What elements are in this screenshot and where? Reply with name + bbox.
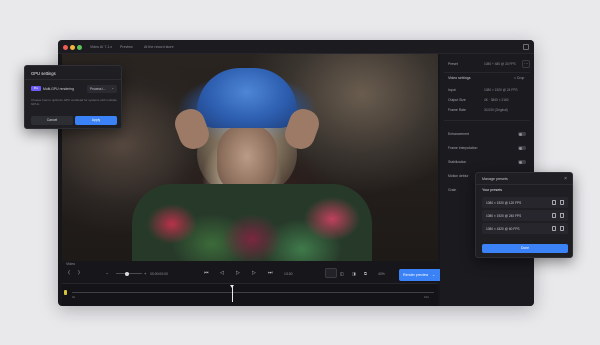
tab-project[interactable]: At the record store <box>144 45 174 49</box>
divider <box>25 79 121 80</box>
cancel-button[interactable]: Cancel <box>31 116 73 125</box>
preset-list-item[interactable]: 1080 × 4320 @ 60 FPS <box>482 223 568 234</box>
tab-preview[interactable]: Preview <box>120 45 133 49</box>
settings-row-label: Output Size <box>448 98 466 102</box>
timeline-end: 10s <box>424 295 429 299</box>
previous-frame-icon[interactable]: ◁ <box>220 271 224 276</box>
video-subject-shirt <box>132 184 372 261</box>
next-frame-icon[interactable]: ▷ <box>252 271 256 276</box>
settings-row: Frame Rate 30,000 (Original) <box>448 108 528 114</box>
toggle-row-stabilization: Stabilization <box>448 160 528 166</box>
skip-start-icon[interactable]: ⏮ <box>204 271 209 276</box>
video-settings-heading: Video settings <box>448 76 471 80</box>
apply-button[interactable]: Apply <box>75 116 117 125</box>
timeline[interactable]: 0s 10s <box>62 283 438 306</box>
video-editor-window: Video AI 7.1.x Preview At the record sto… <box>58 40 534 306</box>
toggle-label: Enhancement <box>448 132 469 136</box>
multi-gpu-select-value: Process i... <box>90 86 106 91</box>
timeline-marker-icon <box>64 290 67 295</box>
preset-label: 1080 × 1920 @ 240 FPS <box>486 213 522 218</box>
close-icon[interactable]: × <box>564 176 567 182</box>
zoom-slider[interactable] <box>116 271 142 276</box>
view-side-icon[interactable]: ◨ <box>352 271 356 276</box>
render-preview-label: Render preview <box>403 273 429 277</box>
settings-row-value: 1080 × 1920 @ 24 FPS <box>484 88 518 92</box>
frame-counter: 1/100 <box>284 271 293 276</box>
view-single-button[interactable] <box>325 268 337 278</box>
divider <box>444 120 530 121</box>
pro-badge: Pro <box>31 86 41 91</box>
timeline-track[interactable] <box>72 292 434 293</box>
settings-row: Input 1080 × 1920 @ 24 FPS <box>448 88 528 94</box>
settings-row: Output Size 4K · 3840 × 2160 <box>448 98 528 104</box>
crop-button[interactable]: ⌗ Crop <box>514 76 524 80</box>
duplicate-icon[interactable] <box>552 213 556 218</box>
chevron-down-icon: ⌄ <box>111 86 114 90</box>
toggle-row-enhancement: Enhancement <box>448 132 528 138</box>
settings-row-value[interactable]: 4K · 3840 × 2160 <box>484 98 509 102</box>
video-subject-hat <box>197 68 297 128</box>
preset-row: Preset 1080 + 480 @ 30 FPS <box>448 62 528 68</box>
settings-row-value[interactable]: 30,000 (Original) <box>484 108 508 112</box>
preset-list-item[interactable]: 1080 × 1920 @ 240 FPS <box>482 210 568 221</box>
dialog-title: Manage presets <box>482 177 508 181</box>
divider <box>476 184 572 185</box>
track-label: Video <box>66 262 76 266</box>
settings-row-label: Frame Rate <box>448 108 466 112</box>
render-preview-button[interactable]: Render preview ⌄ <box>399 269 443 281</box>
view-stack-icon[interactable]: ⧉ <box>364 271 367 276</box>
preset-label: 1080 × 4320 @ 60 FPS <box>486 226 520 231</box>
multi-gpu-label: Multi-GPU rendering <box>43 86 74 91</box>
enhancement-toggle[interactable] <box>518 132 526 136</box>
toggle-label: Frame Interpolation <box>448 146 478 150</box>
preset-label: 1080 × 1920 @ 120 FPS <box>486 200 522 205</box>
zoom-in-icon[interactable]: + <box>144 271 146 276</box>
zoom-level[interactable]: 40% <box>378 272 385 276</box>
frame-interpolation-toggle[interactable] <box>518 146 526 150</box>
preset-list-item[interactable]: 1080 × 1920 @ 120 FPS <box>482 197 568 208</box>
crop-label: Crop <box>516 76 525 80</box>
stabilization-toggle[interactable] <box>518 160 526 164</box>
timecode: 00:00:00:00 <box>150 271 168 276</box>
settings-row-label: Input <box>448 88 456 92</box>
gpu-settings-dialog: GPU settings Pro Multi-GPU rendering Pro… <box>24 65 122 129</box>
dialog-title: GPU settings <box>31 71 56 76</box>
minimize-window-button[interactable] <box>70 45 75 50</box>
title-bar: Video AI 7.1.x Preview At the record sto… <box>58 40 534 54</box>
preset-select[interactable]: 1080 + 480 @ 30 FPS <box>484 62 516 66</box>
duplicate-icon[interactable] <box>552 226 556 231</box>
zoom-out-icon[interactable]: − <box>106 271 108 276</box>
toggle-label: Grain <box>448 188 457 192</box>
presets-subtitle: Your presets <box>482 188 503 192</box>
dialog-description: Choose how to optimize GPU workload for … <box>31 98 117 106</box>
playback-controls: Video ⟨ ⟩ − + 00:00:00:00 ⏮ ◁ ▷ ▷ ⏭ 1/10… <box>62 261 443 283</box>
play-icon[interactable]: ▷ <box>236 271 240 276</box>
duplicate-icon[interactable] <box>552 200 556 205</box>
trash-icon[interactable] <box>560 226 564 231</box>
done-button[interactable]: Done <box>482 244 568 253</box>
divider <box>444 72 530 73</box>
toggle-label: Stabilization <box>448 160 467 164</box>
split-view-icon[interactable]: ⟨ <box>68 271 70 276</box>
trash-icon[interactable] <box>560 200 564 205</box>
timeline-start: 0s <box>72 295 76 299</box>
close-window-button[interactable] <box>63 45 68 50</box>
manage-presets-dialog: Manage presets × Your presets 1080 × 192… <box>475 172 573 258</box>
trash-icon[interactable] <box>560 213 564 218</box>
multi-gpu-select[interactable]: Process i... ⌄ <box>87 84 117 93</box>
skip-end-icon[interactable]: ⏭ <box>268 271 273 276</box>
maximize-window-button[interactable] <box>77 45 82 50</box>
more-options-icon[interactable]: ⋯ <box>522 60 530 68</box>
layout-icon[interactable] <box>523 44 529 50</box>
crop-icon: ⌗ <box>514 76 516 80</box>
toggle-row-frame-interpolation: Frame Interpolation <box>448 146 528 152</box>
view-split-icon[interactable]: ◫ <box>340 271 344 276</box>
toggle-label: Motion deblur <box>448 174 469 178</box>
preset-label: Preset <box>448 62 458 66</box>
compare-icon[interactable]: ⟩ <box>78 271 80 276</box>
timeline-playhead[interactable] <box>230 285 234 302</box>
tab-app[interactable]: Video AI 7.1.x <box>90 45 112 49</box>
chevron-down-icon: ⌄ <box>432 273 436 277</box>
